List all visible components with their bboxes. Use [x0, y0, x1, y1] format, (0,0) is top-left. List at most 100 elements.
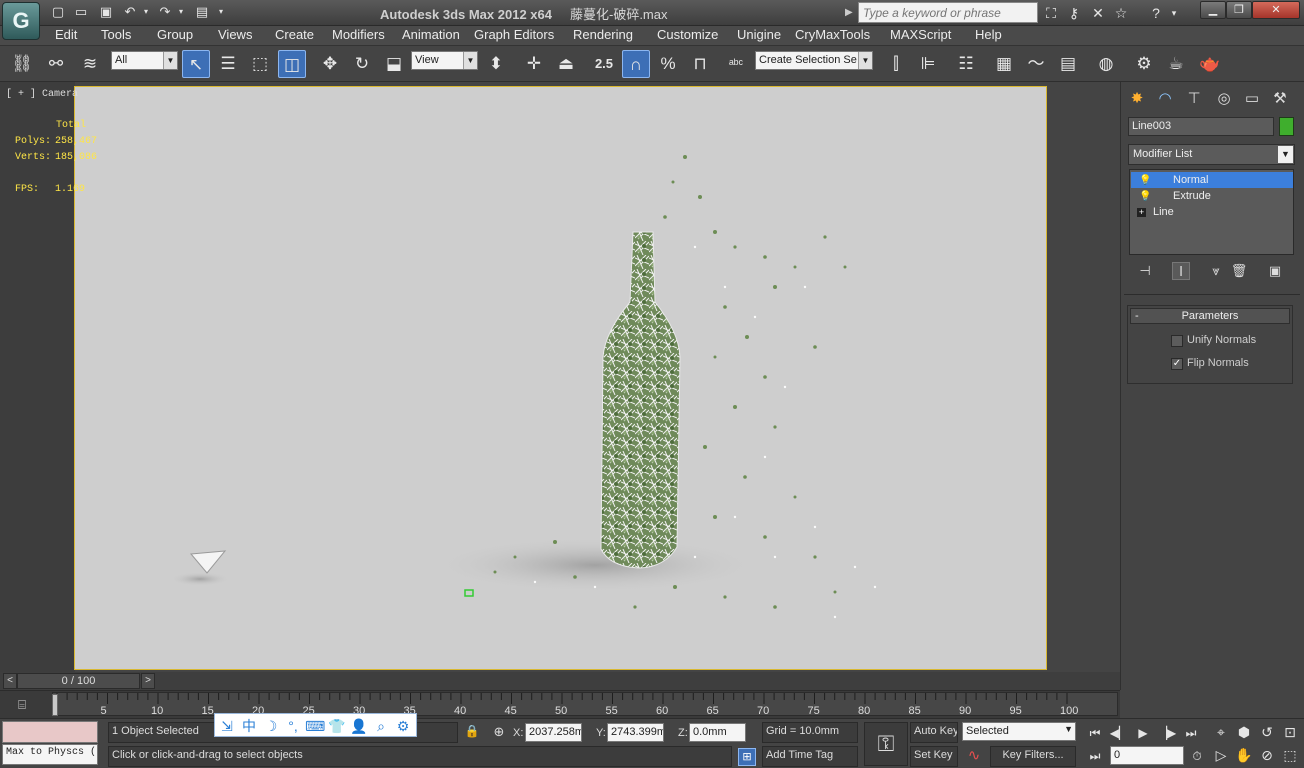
menu-group[interactable]: Group [157, 26, 193, 46]
menu-modifiers[interactable]: Modifiers [332, 26, 385, 46]
percent-snap-icon[interactable]: % [654, 50, 682, 78]
set-key-big-icon[interactable]: ⚿ [864, 722, 908, 766]
ime-keyboard-icon[interactable]: ⌨ [305, 716, 325, 736]
tools-icon[interactable]: ✕ [1088, 3, 1108, 23]
configure-modifier-sets-icon[interactable]: ▣ [1266, 262, 1284, 280]
named-selection-dropdown[interactable]: Create Selection Se ▼ [755, 51, 873, 70]
camera-object[interactable] [189, 550, 227, 574]
vine-bottle-mesh[interactable] [600, 231, 681, 569]
time-slider[interactable]: 0 / 100 [17, 673, 140, 689]
use-pivot-center-icon[interactable]: ⬍ [482, 50, 510, 78]
ime-logo-icon[interactable]: ⇲ [217, 716, 237, 736]
new-file-icon[interactable]: ▢ [49, 3, 67, 21]
menu-animation[interactable]: Animation [402, 26, 460, 46]
keyboard-shortcut-override-icon[interactable]: ⏏ [552, 50, 580, 78]
stack-item-normal[interactable]: 💡 Normal [1131, 172, 1293, 188]
close-button[interactable]: ✕ [1252, 1, 1300, 19]
bulb-icon[interactable]: 💡 [1139, 173, 1151, 189]
time-tag-icon[interactable]: ⊞ [738, 748, 756, 766]
rectangular-selection-icon[interactable]: ⬚ [246, 50, 274, 78]
x-coordinate-field[interactable]: 2037.258m [525, 723, 582, 742]
hierarchy-tab-icon[interactable]: ⊤ [1182, 88, 1206, 110]
ime-settings-icon[interactable]: ⚙ [393, 716, 413, 736]
key-mode-toggle-icon[interactable]: ⏭ [1084, 746, 1106, 766]
parameters-rollout-header[interactable]: - Parameters [1130, 308, 1290, 324]
edit-named-selection-icon[interactable]: ᵃᵇᶜ [722, 50, 750, 78]
project-folder-icon[interactable]: ▤ [193, 3, 211, 21]
orbit-icon[interactable]: ↺ [1256, 721, 1278, 743]
object-color-swatch[interactable] [1279, 117, 1294, 136]
z-coordinate-field[interactable]: 0.0mm [689, 723, 746, 742]
menu-unigine[interactable]: Unigine [737, 26, 781, 46]
schematic-view-icon[interactable]: ▤ [1054, 50, 1082, 78]
help-dropdown-icon[interactable]: ▾ [1168, 3, 1180, 23]
selection-filter-dropdown[interactable]: All ▼ [111, 51, 178, 70]
undo-dropdown-icon[interactable]: ▾ [141, 3, 151, 21]
display-tab-icon[interactable]: ▭ [1240, 88, 1264, 110]
bulb-icon[interactable]: 💡 [1139, 189, 1151, 205]
menu-rendering[interactable]: Rendering [573, 26, 633, 46]
field-of-view-icon[interactable]: ▷ [1210, 744, 1232, 766]
zoom-icon[interactable]: ⌖ [1210, 721, 1232, 743]
time-configuration-icon[interactable]: ⏱ [1186, 746, 1208, 766]
link-icon[interactable]: ⛓ [8, 50, 36, 78]
app-logo-icon[interactable]: G [2, 2, 40, 40]
y-coordinate-field[interactable]: 2743.399m [607, 723, 664, 742]
pan-view-icon[interactable]: ✋ [1233, 744, 1255, 766]
set-key-button[interactable]: Set Key [910, 746, 958, 767]
auto-key-button[interactable]: Auto Key [910, 722, 958, 743]
play-icon[interactable]: ▶ [1132, 723, 1154, 743]
key-icon[interactable]: ⚷ [1064, 3, 1084, 23]
utilities-tab-icon[interactable]: ⚒ [1268, 88, 1292, 110]
next-frame-icon[interactable]: ▕▶ [1156, 723, 1178, 743]
flip-normals-checkbox[interactable]: ✓ [1171, 358, 1183, 370]
ime-moon-icon[interactable]: ☽ [261, 716, 281, 736]
menu-customize[interactable]: Customize [657, 26, 718, 46]
layer-manager-icon[interactable]: ☷ [952, 50, 980, 78]
menu-crymaxtools[interactable]: CryMaxTools [795, 26, 870, 46]
quick-access-dropdown-icon[interactable]: ▾ [214, 3, 228, 21]
menu-views[interactable]: Views [218, 26, 252, 46]
key-filters-button[interactable]: Key Filters... [990, 746, 1076, 767]
make-unique-icon[interactable]: ⩔ [1207, 262, 1225, 280]
create-tab-icon[interactable]: ✸ [1125, 88, 1149, 110]
minimize-button[interactable]: ▁ [1200, 1, 1226, 19]
window-crossing-icon[interactable]: ◫ [278, 50, 306, 78]
zoom-extents-icon[interactable]: ⊡ [1279, 721, 1301, 743]
remove-modifier-icon[interactable]: 🗑 [1230, 262, 1248, 280]
render-production-icon[interactable]: 🫖 [1196, 50, 1224, 78]
snaps-toggle-icon[interactable]: 2.5 [590, 50, 618, 78]
favorites-star-icon[interactable]: ☆ [1111, 3, 1131, 23]
save-icon[interactable]: ▣ [97, 3, 115, 21]
redo-icon[interactable]: ↷ [156, 3, 174, 21]
modify-tab-icon[interactable]: ◠ [1153, 88, 1177, 110]
redo-dropdown-icon[interactable]: ▾ [176, 3, 186, 21]
add-time-tag-button[interactable]: Add Time Tag [762, 746, 858, 767]
render-setup-icon[interactable]: ⚙ [1130, 50, 1158, 78]
maxscript-mini-listener[interactable]: Max to Physcs ( [2, 744, 98, 765]
ime-skin-icon[interactable]: 👕 [327, 716, 347, 736]
stack-item-extrude[interactable]: 💡 Extrude [1131, 188, 1293, 204]
menu-edit[interactable]: Edit [55, 26, 77, 46]
menu-tools[interactable]: Tools [101, 26, 131, 46]
angle-snap-icon[interactable]: ∩ [622, 50, 650, 78]
current-frame-field[interactable]: 0 [1110, 746, 1184, 765]
material-editor-icon[interactable]: ◍ [1092, 50, 1120, 78]
selection-lock-icon[interactable]: 🔒 [464, 724, 480, 742]
pin-stack-icon[interactable]: ⊣ [1136, 262, 1154, 280]
time-next-arrow-icon[interactable]: > [141, 673, 155, 689]
ime-chinese-icon[interactable]: 中 [239, 716, 259, 736]
key-tangent-icon[interactable]: ∿ [963, 746, 985, 766]
select-by-name-icon[interactable]: ☰ [214, 50, 242, 78]
ime-search-icon[interactable]: ⌕ [371, 716, 391, 736]
camera-viewport[interactable] [74, 86, 1047, 670]
select-and-rotate-icon[interactable]: ↻ [348, 50, 376, 78]
menu-create[interactable]: Create [275, 26, 314, 46]
help-icon[interactable]: ? [1146, 3, 1166, 23]
reference-coordinate-dropdown[interactable]: View ▼ [411, 51, 478, 70]
select-and-scale-icon[interactable]: ⬓ [380, 50, 408, 78]
rendered-frame-window-icon[interactable]: ☕ [1162, 50, 1190, 78]
time-cursor[interactable] [52, 694, 58, 716]
binoculars-icon[interactable]: ⛶ [1041, 3, 1061, 23]
helper-object[interactable] [464, 589, 474, 597]
